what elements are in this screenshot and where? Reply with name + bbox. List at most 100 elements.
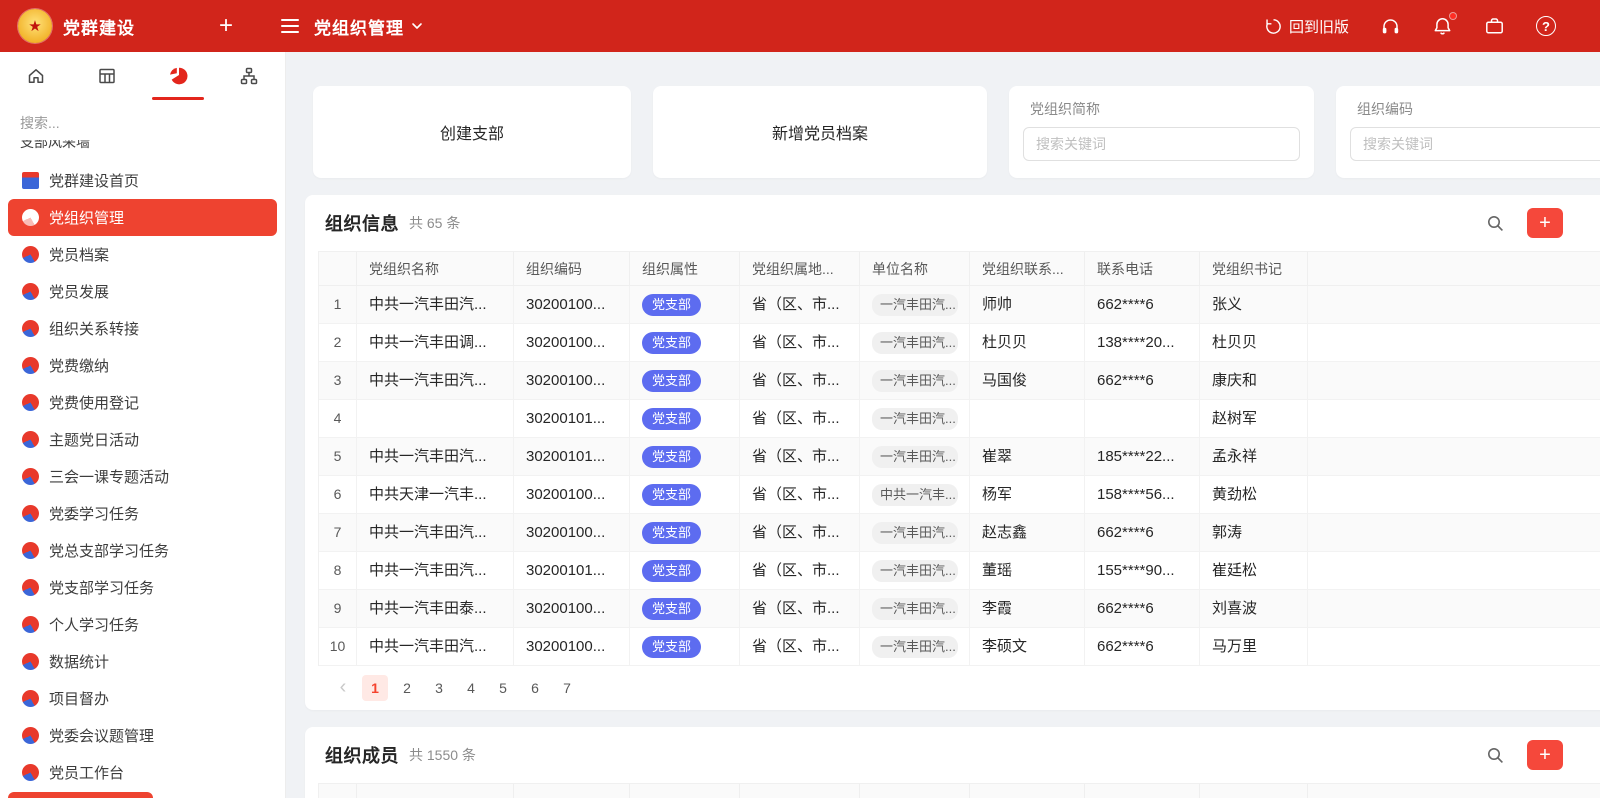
pie-icon	[22, 542, 39, 559]
pagination-page[interactable]: 4	[458, 675, 484, 701]
phone-cell: 138****20...	[1085, 324, 1200, 361]
column-header	[1308, 252, 1600, 286]
home-icon	[26, 66, 46, 86]
table-row[interactable]: 1 中共一汽丰田汽... 30200100... 党支部 省（区、市... 一汽…	[319, 286, 1600, 324]
secretary-cell: 刘喜波	[1200, 590, 1308, 627]
add-member-button[interactable]: +	[1527, 740, 1563, 770]
phone-cell: 155****90...	[1085, 552, 1200, 589]
sidebar-item[interactable]: 数据统计	[0, 643, 285, 680]
table-row[interactable]: 3 中共一汽丰田汽... 30200100... 党支部 省（区、市... 一汽…	[319, 362, 1600, 400]
sidebar-item[interactable]: 组织关系转接	[0, 310, 285, 347]
sidebar-item[interactable]: 党员发展	[0, 273, 285, 310]
sidebar-item[interactable]: 党员档案	[0, 236, 285, 273]
secretary-cell: 郭涛	[1200, 514, 1308, 551]
back-to-old-version-button[interactable]: 回到旧版	[1264, 16, 1349, 37]
clipped-menu-item[interactable]: 支部风采墙	[20, 140, 285, 153]
topbar: ★ 党群建设 + 党组织管理 回到旧版 ?	[0, 0, 1600, 52]
filter-label: 组织编码	[1357, 99, 1600, 119]
row-index-cell: 10	[319, 628, 357, 665]
sidebar-search-input[interactable]	[20, 115, 250, 131]
unit-name-cell: 一汽丰田汽...	[860, 324, 970, 361]
pagination-page[interactable]: 7	[554, 675, 580, 701]
filter-search-input[interactable]	[1023, 127, 1300, 161]
sidebar-item[interactable]: 项目督办	[0, 680, 285, 717]
add-org-button[interactable]: +	[1527, 208, 1563, 238]
pagination-page[interactable]: 5	[490, 675, 516, 701]
tab-workflow[interactable]	[214, 52, 285, 100]
contact-cell: 李硕文	[970, 628, 1085, 665]
table-row[interactable]: 5 中共一汽丰田汽... 30200101... 党支部 省（区、市... 一汽…	[319, 438, 1600, 476]
page-title-dropdown[interactable]: 党组织管理	[314, 14, 423, 39]
secretary-cell: 崔廷松	[1200, 552, 1308, 589]
pie-icon	[22, 505, 39, 522]
column-header: 党组织书记	[1200, 252, 1308, 286]
sidebar-item[interactable]: 党委会议题管理	[0, 717, 285, 754]
table-row[interactable]: 2 中共一汽丰田调... 30200100... 党支部 省（区、市... 一汽…	[319, 324, 1600, 362]
row-index-cell: 5	[319, 438, 357, 475]
filter-search-input[interactable]	[1350, 127, 1600, 161]
org-attr-cell: 党支部	[630, 514, 740, 551]
search-icon[interactable]	[1486, 746, 1505, 765]
table-row[interactable]: 8 中共一汽丰田汽... 30200101... 党支部 省（区、市... 一汽…	[319, 552, 1600, 590]
menu-toggle-icon[interactable]	[281, 19, 299, 33]
tab-apps[interactable]	[71, 52, 142, 100]
row-index-cell: 6	[319, 476, 357, 513]
pagination-page[interactable]: 3	[426, 675, 452, 701]
table-header: 党组织名称组织编码组织属性党组织属地...单位名称党组织联系...联系电话党组织…	[319, 252, 1600, 286]
section-count: 共 1550 条	[409, 745, 476, 765]
topbar-add-button[interactable]: +	[219, 14, 233, 38]
org-code-cell: 30200100...	[514, 362, 630, 399]
sidebar-item[interactable]: 党员工作台	[0, 754, 285, 791]
table-row[interactable]: 4 30200101... 党支部 省（区、市... 一汽丰田汽... 赵树军	[319, 400, 1600, 438]
sidebar-item[interactable]: 党费缴纳	[0, 347, 285, 384]
org-region-cell: 省（区、市...	[740, 362, 860, 399]
sidebar-item[interactable]: 党群建设首页	[0, 162, 285, 199]
table-row[interactable]: 10 中共一汽丰田汽... 30200100... 党支部 省（区、市... 一…	[319, 628, 1600, 666]
help-icon[interactable]: ?	[1536, 16, 1556, 36]
unit-pill: 一汽丰田汽...	[872, 332, 958, 354]
table-row[interactable]: 9 中共一汽丰田泰... 30200100... 党支部 省（区、市... 一汽…	[319, 590, 1600, 628]
notifications-bell-icon[interactable]	[1432, 16, 1453, 37]
briefcase-icon[interactable]	[1484, 16, 1505, 37]
column-header: 单位名称	[860, 252, 970, 286]
sidebar-item[interactable]: 主题党日活动	[0, 421, 285, 458]
filter-row: 创建支部 新增党员档案 党组织简称 组织编码	[313, 86, 1600, 178]
pagination-page[interactable]: 6	[522, 675, 548, 701]
pie-chart-icon	[168, 66, 188, 86]
add-member-archive-button[interactable]: 新增党员档案	[653, 86, 987, 178]
table-row[interactable]: 6 中共天津一汽丰... 30200100... 党支部 省（区、市... 中共…	[319, 476, 1600, 514]
table-row[interactable]: 7 中共一汽丰田汽... 30200100... 党支部 省（区、市... 一汽…	[319, 514, 1600, 552]
row-index-cell: 3	[319, 362, 357, 399]
unit-name-cell: 一汽丰田汽...	[860, 590, 970, 627]
contact-cell: 崔翠	[970, 438, 1085, 475]
sidebar-item[interactable]: 个人学习任务	[0, 606, 285, 643]
pie-icon	[22, 431, 39, 448]
pagination-page[interactable]: 1	[362, 675, 388, 701]
sidebar-item[interactable]: 党委学习任务	[0, 495, 285, 532]
search-icon[interactable]	[1486, 214, 1505, 233]
org-name-cell: 中共一汽丰田汽...	[357, 552, 514, 589]
unit-pill: 一汽丰田汽...	[872, 370, 958, 392]
org-region-cell: 省（区、市...	[740, 552, 860, 589]
sidebar-item[interactable]: 党支部学习任务	[0, 569, 285, 606]
sidebar-item[interactable]: 三会一课专题活动	[0, 458, 285, 495]
tab-home[interactable]	[0, 52, 71, 100]
pagination-page[interactable]: 2	[394, 675, 420, 701]
section-title: 组织信息	[325, 210, 399, 236]
org-code-cell: 30200100...	[514, 628, 630, 665]
sidebar-item[interactable]: 党总支部学习任务	[0, 532, 285, 569]
sidebar-item[interactable]: 党组织管理	[8, 199, 277, 236]
tab-party-building[interactable]	[143, 52, 214, 100]
empty-cell	[1308, 552, 1600, 589]
org-attr-cell: 党支部	[630, 476, 740, 513]
org-code-cell: 30200100...	[514, 590, 630, 627]
create-branch-button[interactable]: 创建支部	[313, 86, 631, 178]
sidebar-item[interactable]: 党费使用登记	[0, 384, 285, 421]
support-headset-icon[interactable]	[1380, 16, 1401, 37]
contact-cell: 杜贝贝	[970, 324, 1085, 361]
org-members-section: 组织成员 共 1550 条 +	[305, 727, 1600, 798]
app-logo: ★	[18, 9, 52, 43]
phone-cell: 662****6	[1085, 362, 1200, 399]
unit-name-cell: 一汽丰田汽...	[860, 628, 970, 665]
pagination-prev[interactable]: ‹	[330, 675, 356, 701]
